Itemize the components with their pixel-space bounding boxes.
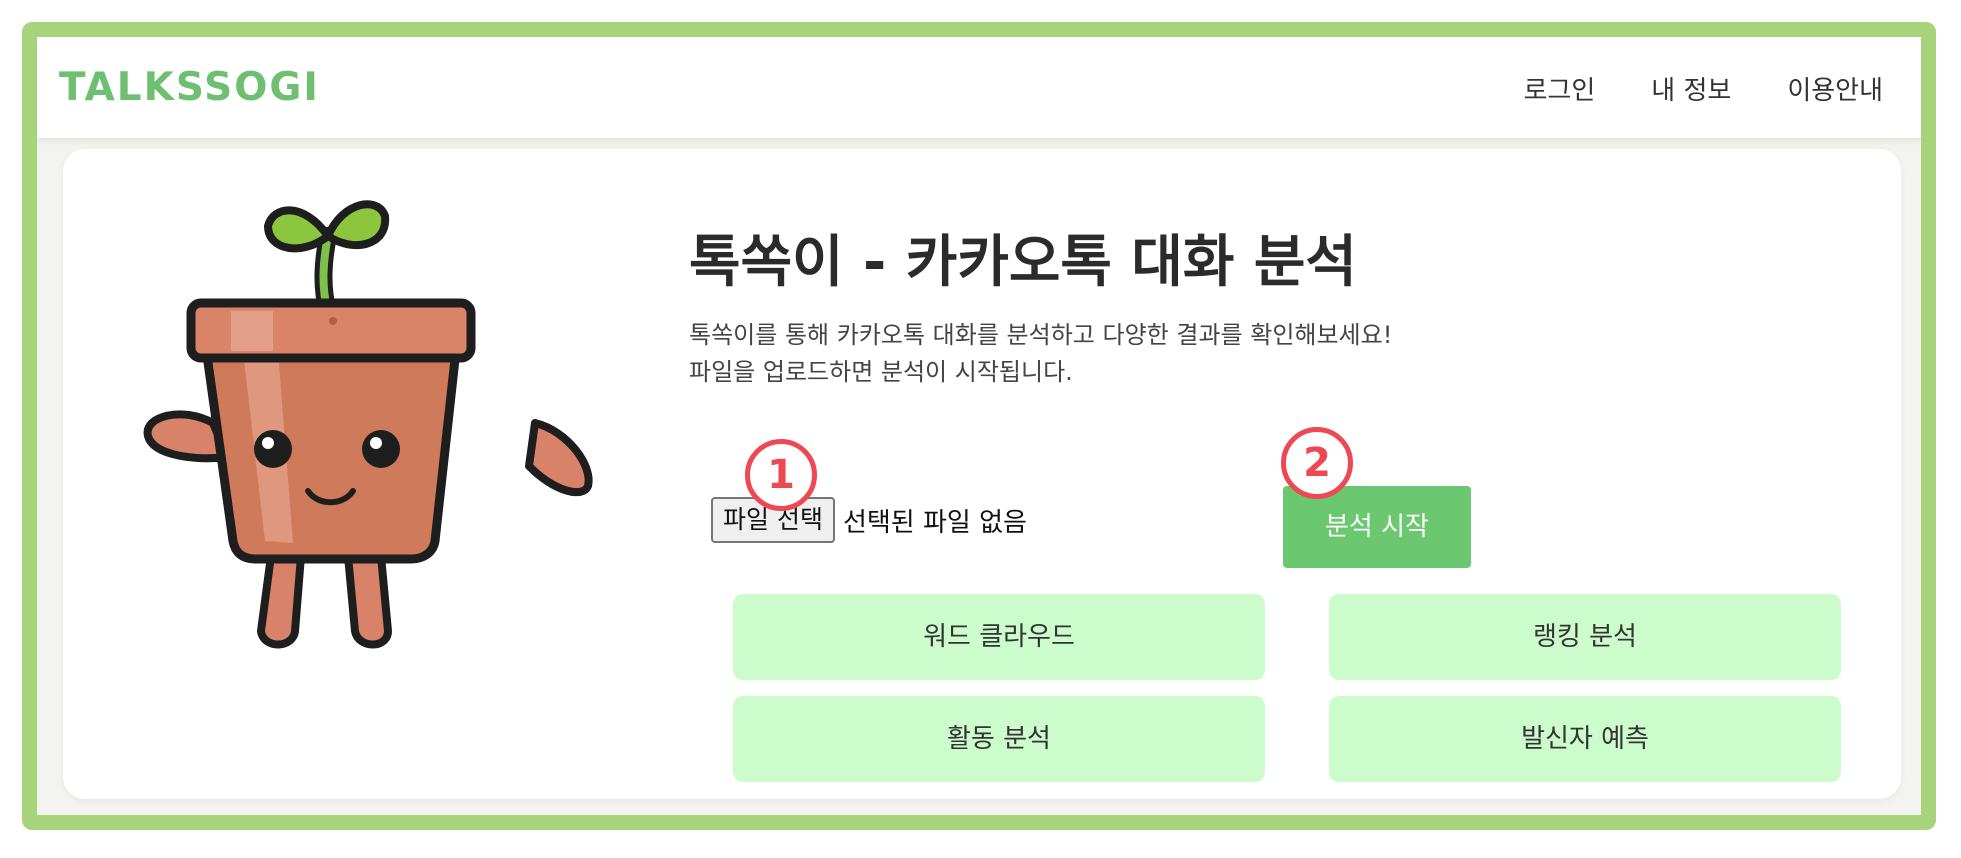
word-cloud-button[interactable]: 워드 클라우드 <box>733 594 1265 680</box>
ranking-analysis-button[interactable]: 랭킹 분석 <box>1329 594 1841 680</box>
activity-analysis-button[interactable]: 활동 분석 <box>733 696 1265 782</box>
navbar: TALKSSOGI 로그인 내 정보 이용안내 <box>37 37 1921 139</box>
brand-logo[interactable]: TALKSSOGI <box>59 65 320 110</box>
step-marker-1: 1 <box>745 439 817 511</box>
app-frame: TALKSSOGI 로그인 내 정보 이용안내 톡쏙이 - 카카오톡 대화 분석… <box>22 22 1936 830</box>
description-line-1: 톡쏙이를 통해 카카오톡 대화를 분석하고 다양한 결과를 확인해보세요! <box>689 321 1393 349</box>
sender-prediction-button[interactable]: 발신자 예측 <box>1329 696 1841 782</box>
file-status-text: 선택된 파일 없음 <box>842 507 1027 538</box>
description-line-2: 파일을 업로드하면 분석이 시작됩니다. <box>689 358 1073 386</box>
nav-guide-link[interactable]: 이용안내 <box>1787 70 1883 107</box>
nav-links: 로그인 내 정보 이용안내 <box>1524 70 1883 107</box>
step-marker-2: 2 <box>1281 427 1353 499</box>
flowerpot-mascot-icon <box>143 200 593 649</box>
page-title: 톡쏙이 - 카카오톡 대화 분석 <box>689 230 1357 295</box>
nav-login-link[interactable]: 로그인 <box>1524 70 1596 107</box>
nav-my-info-link[interactable]: 내 정보 <box>1651 70 1731 107</box>
main-card: 톡쏙이 - 카카오톡 대화 분석 톡쏙이를 통해 카카오톡 대화를 분석하고 다… <box>63 149 1901 799</box>
file-upload-row: 파일 선택 선택된 파일 없음 <box>711 497 1027 543</box>
page-description: 톡쏙이를 통해 카카오톡 대화를 분석하고 다양한 결과를 확인해보세요! 파일… <box>689 317 1392 391</box>
